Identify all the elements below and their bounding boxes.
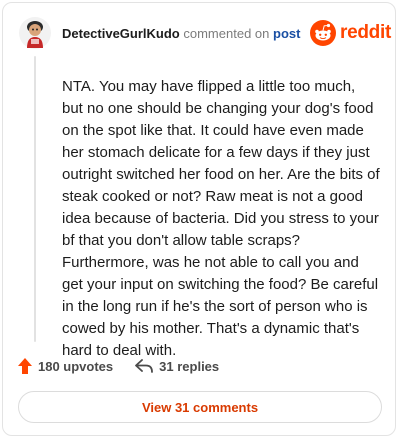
comment-header: DetectiveGurlKudo commented on post (62, 26, 300, 41)
upvotes-stat[interactable]: 180 upvotes (18, 358, 113, 374)
replies-label: 31 replies (159, 358, 220, 374)
post-link[interactable]: post (273, 26, 300, 41)
thread-line (34, 56, 36, 342)
upvotes-label: 180 upvotes (38, 358, 114, 374)
user-avatar[interactable] (18, 16, 52, 50)
comment-stats: 180 upvotes 31 replies (18, 358, 219, 374)
upvote-arrow-icon (18, 358, 32, 374)
action-text: commented on (183, 26, 270, 41)
reddit-snoo-icon (310, 20, 336, 46)
reddit-logo[interactable]: reddit (310, 20, 391, 46)
comment-body: NTA. You may have flipped a little too m… (62, 78, 380, 359)
view-comments-button[interactable]: View 31 comments (18, 391, 382, 423)
username[interactable]: DetectiveGurlKudo (62, 26, 180, 41)
replies-stat[interactable]: 31 replies (135, 359, 219, 374)
reddit-wordmark: reddit (340, 22, 391, 43)
reply-arrow-icon (135, 359, 154, 373)
